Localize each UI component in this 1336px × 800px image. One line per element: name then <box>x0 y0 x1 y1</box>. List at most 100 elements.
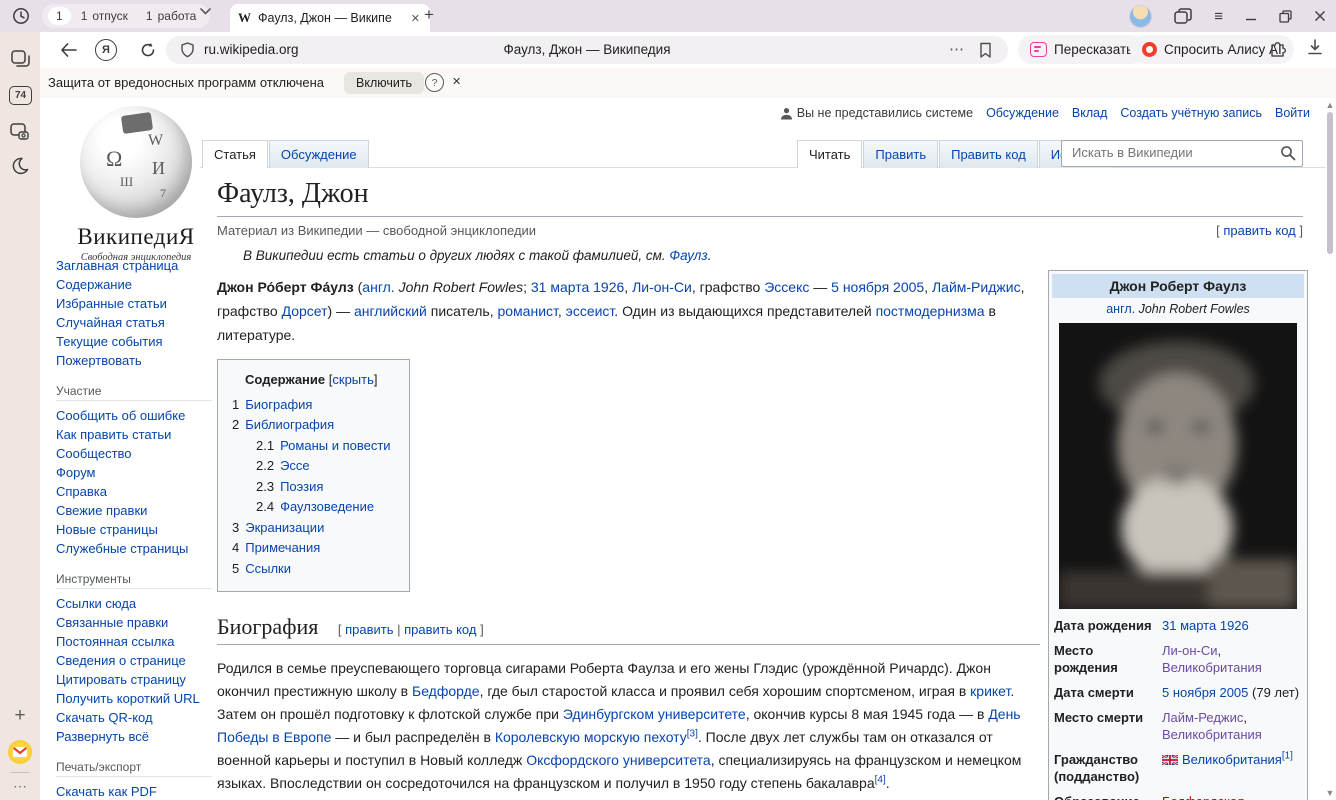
search-input[interactable] <box>1070 144 1274 161</box>
userbar-link[interactable]: Вклад <box>1072 106 1108 120</box>
extensions-puzzle-icon[interactable] <box>1268 38 1288 58</box>
wiki-tab[interactable]: Править код <box>939 140 1038 168</box>
scroll-up-icon[interactable]: ▲ <box>1325 100 1335 110</box>
scroll-down-icon[interactable]: ▼ <box>1325 788 1335 798</box>
address-bar[interactable]: ru.wikipedia.org Фаулз, Джон — Википедия… <box>166 36 1008 64</box>
toc-hide-toggle[interactable]: [скрыть] <box>329 372 378 387</box>
infobox-row: Место смерти Лайм-Реджис, Великобритания <box>1052 705 1304 747</box>
infobox-row: Дата рождения 31 марта 1926 <box>1052 613 1304 638</box>
biography-paragraph-1: Родился в семье преуспевающего торговца … <box>217 657 1040 795</box>
toc-item[interactable]: 1Биография <box>232 395 391 416</box>
wiki-tab[interactable]: Править <box>863 140 938 168</box>
bookmark-icon[interactable] <box>979 42 992 58</box>
infobox-row: Образование Бедфордская школа[вд][2]Новы… <box>1052 789 1304 800</box>
page-scrollbar[interactable]: ▲ ▼ <box>1324 98 1336 800</box>
edit-source-link[interactable]: [ править код ] <box>1216 223 1303 238</box>
nav-link[interactable]: Пожертвовать <box>56 351 212 370</box>
nav-link[interactable]: Сообщество <box>56 444 212 463</box>
back-icon[interactable] <box>54 36 82 64</box>
dark-mode-moon-icon[interactable] <box>8 154 32 178</box>
notifications-badge[interactable]: 74 <box>9 86 32 105</box>
address-more-icon[interactable]: ⋯ <box>949 40 964 58</box>
toc-item[interactable]: 2.3Поэзия <box>232 477 391 498</box>
history-icon[interactable] <box>9 4 33 28</box>
toc-item[interactable]: 2Библиография <box>232 415 391 436</box>
menu-icon[interactable]: ≡ <box>1214 8 1223 25</box>
person-infobox: Джон Роберт Фаулз англ. John Robert Fowl… <box>1048 270 1308 800</box>
refresh-icon[interactable] <box>134 36 162 64</box>
nav-link[interactable]: Случайная статья <box>56 313 212 332</box>
nav-link[interactable]: Служебные страницы <box>56 539 212 558</box>
nav-link[interactable]: Скачать как PDF <box>56 782 212 800</box>
nav-link[interactable]: Как править статьи <box>56 425 212 444</box>
downloads-icon[interactable] <box>1306 38 1324 56</box>
wiki-user-bar: Вы не представились системе Обсуждение Вк… <box>780 106 1310 120</box>
login-status: Вы не представились системе <box>780 106 973 120</box>
help-icon[interactable]: ? <box>425 73 444 92</box>
new-tab-button[interactable]: + <box>424 5 434 25</box>
restore-icon[interactable] <box>1279 10 1292 23</box>
article-title: Фаулз, Джон <box>217 178 1303 217</box>
nav-link[interactable]: Ссылки сюда <box>56 594 212 613</box>
nav-link[interactable]: Новые страницы <box>56 520 212 539</box>
tab-group-chip[interactable]: 1 работа <box>138 7 204 25</box>
rail-more-icon[interactable]: ⋯ <box>8 774 32 798</box>
yandex-mail-icon[interactable] <box>8 740 32 764</box>
search-icon[interactable] <box>1280 145 1296 161</box>
wikipedia-logo[interactable]: Ω W И Ш 7 ВикипедиЯ Свободная энциклопед… <box>52 98 220 263</box>
nav-link[interactable]: Постоянная ссылка <box>56 632 212 651</box>
nav-link[interactable]: Содержание <box>56 275 212 294</box>
userbar-link[interactable]: Войти <box>1275 106 1310 120</box>
hatnote: В Википедии есть статьи о других людях с… <box>217 248 1303 263</box>
alice-label: Спросить Алису AI <box>1164 42 1282 57</box>
userbar-link[interactable]: Обсуждение <box>986 106 1059 120</box>
section-edit-links[interactable]: [ править | править код ] <box>338 622 484 637</box>
nav-link[interactable]: Цитировать страницу <box>56 670 212 689</box>
profile-avatar[interactable] <box>1129 5 1152 28</box>
retell-button[interactable]: Пересказать <box>1018 35 1145 64</box>
nav-link[interactable]: Развернуть всё <box>56 727 212 746</box>
tab-groups-chevron-icon[interactable] <box>196 8 215 15</box>
toc-item[interactable]: 5Ссылки <box>232 559 391 580</box>
namespace-tabs: СтатьяОбсуждение <box>202 140 370 168</box>
tab-panels-icon[interactable] <box>1174 8 1192 24</box>
scrollbar-thumb[interactable] <box>1327 112 1333 254</box>
nav-link[interactable]: Сообщить об ошибке <box>56 406 212 425</box>
toc-item[interactable]: 2.1Романы и повести <box>232 436 391 457</box>
sidebar-panels-icon[interactable] <box>8 46 32 70</box>
screenshot-icon[interactable] <box>8 120 32 144</box>
wiki-tab[interactable]: Читать <box>797 140 862 168</box>
portrait-photo[interactable] <box>1059 323 1297 609</box>
minimize-icon[interactable] <box>1245 10 1257 22</box>
tab-group-chip[interactable]: 1 отпуск <box>73 7 136 25</box>
yandex-button[interactable]: Я <box>95 39 117 61</box>
user-icon <box>780 107 793 120</box>
close-window-icon[interactable] <box>1314 10 1326 22</box>
wiki-search-box[interactable] <box>1061 140 1303 167</box>
toc-item[interactable]: 2.4Фаулзоведение <box>232 497 391 518</box>
wiki-tab[interactable]: Обсуждение <box>269 140 369 168</box>
nav-link[interactable]: Форум <box>56 463 212 482</box>
toc-item[interactable]: 4Примечания <box>232 538 391 559</box>
active-browser-tab[interactable]: W Фаулз, Джон — Википе ✕ <box>230 4 430 32</box>
nav-link[interactable]: Текущие события <box>56 332 212 351</box>
wiki-tab[interactable]: Статья <box>202 140 268 168</box>
userbar-link[interactable]: Создать учётную запись <box>1120 106 1262 120</box>
tab-group-chip[interactable]: 1 <box>48 7 71 25</box>
nav-link[interactable]: Скачать QR-код <box>56 708 212 727</box>
warning-close-icon[interactable]: ✕ <box>452 75 461 88</box>
nav-link[interactable]: Избранные статьи <box>56 294 212 313</box>
nav-link[interactable]: Справка <box>56 482 212 501</box>
nav-link[interactable]: Получить короткий URL <box>56 689 212 708</box>
nav-link[interactable]: Связанные правки <box>56 613 212 632</box>
browser-side-rail: 74 + ⋯ <box>0 32 40 800</box>
toc-item[interactable]: 2.2Эссе <box>232 456 391 477</box>
nav-link[interactable]: Сведения о странице <box>56 651 212 670</box>
enable-protection-button[interactable]: Включить <box>344 72 424 94</box>
nav-link[interactable]: Заглавная страница <box>56 256 212 275</box>
nav-link[interactable]: Свежие правки <box>56 501 212 520</box>
tab-close-icon[interactable]: ✕ <box>409 10 422 27</box>
toc-item[interactable]: 3Экранизации <box>232 518 391 539</box>
rail-add-icon[interactable]: + <box>8 704 32 728</box>
nav-section-header: Инструменты <box>56 572 212 589</box>
